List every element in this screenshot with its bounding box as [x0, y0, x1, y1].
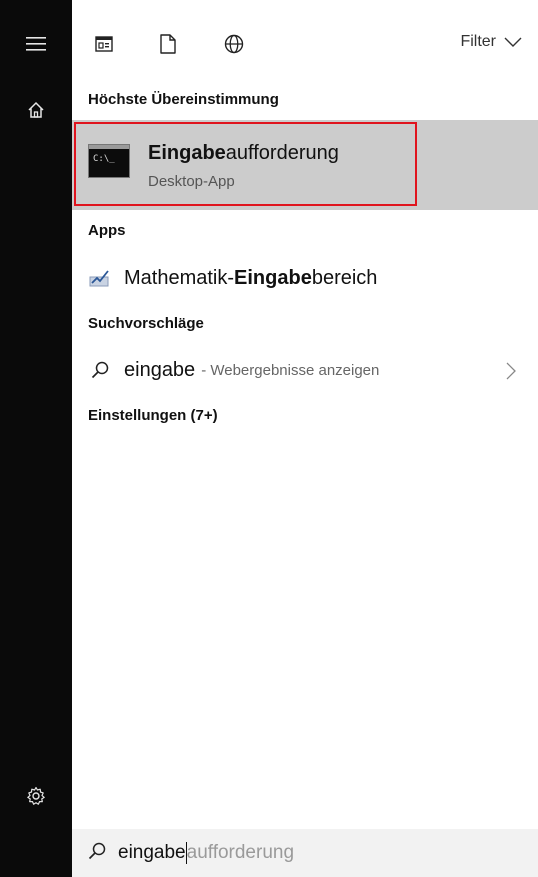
left-rail	[0, 0, 72, 877]
search-typed-text: eingabe	[118, 842, 186, 863]
suggestion-query: eingabe	[124, 358, 196, 381]
best-match-subtitle: Desktop-App	[148, 173, 235, 190]
app-item-math-input[interactable]: Mathematik-Eingabebereich	[72, 258, 538, 298]
hamburger-menu-icon[interactable]	[0, 20, 72, 68]
best-match-item[interactable]: C:\_ Eingabeaufforderung Desktop-App	[72, 120, 538, 210]
math-input-icon	[76, 269, 124, 287]
chevron-down-icon	[504, 37, 522, 47]
documents-icon[interactable]	[152, 28, 184, 60]
command-prompt-icon: C:\_	[88, 144, 130, 178]
suggestion-item-web[interactable]: eingabe - Webergebnisse anzeigen	[72, 350, 538, 390]
apps-header: Apps	[88, 222, 126, 239]
search-results-panel: Filter Höchste Übereinstimmung C:\_ Eing…	[72, 0, 538, 877]
filter-label: Filter	[460, 33, 496, 50]
best-match-title-rest: aufforderung	[225, 142, 339, 164]
search-autocomplete-text: aufforderung	[186, 842, 295, 863]
best-match-title-bold: Eingabe	[148, 142, 226, 164]
apps-icon[interactable]	[88, 28, 120, 60]
search-box[interactable]: eingabe aufforderung	[72, 829, 538, 877]
app-item-label-bold: Eingabe	[234, 266, 312, 289]
search-icon	[88, 842, 106, 865]
command-prompt-icon-text: C:\_	[93, 154, 115, 164]
best-match-title: Eingabeaufforderung	[148, 142, 339, 165]
web-globe-icon[interactable]	[218, 28, 250, 60]
app-item-label: Mathematik-Eingabebereich	[124, 267, 377, 290]
settings-gear-icon[interactable]	[0, 772, 72, 820]
chevron-right-icon[interactable]	[506, 362, 516, 380]
home-icon[interactable]	[0, 86, 72, 134]
app-item-label-prefix: Mathematik-	[124, 266, 235, 289]
best-match-header: Höchste Übereinstimmung	[88, 91, 279, 108]
toolbar: Filter	[72, 0, 538, 86]
filter-dropdown[interactable]: Filter	[460, 33, 522, 51]
suggestions-header: Suchvorschläge	[88, 315, 204, 332]
app-item-label-suffix: bereich	[311, 266, 378, 289]
settings-header[interactable]: Einstellungen (7+)	[88, 407, 218, 424]
search-icon	[76, 361, 124, 379]
suggestion-hint: - Webergebnisse anzeigen	[201, 361, 380, 379]
